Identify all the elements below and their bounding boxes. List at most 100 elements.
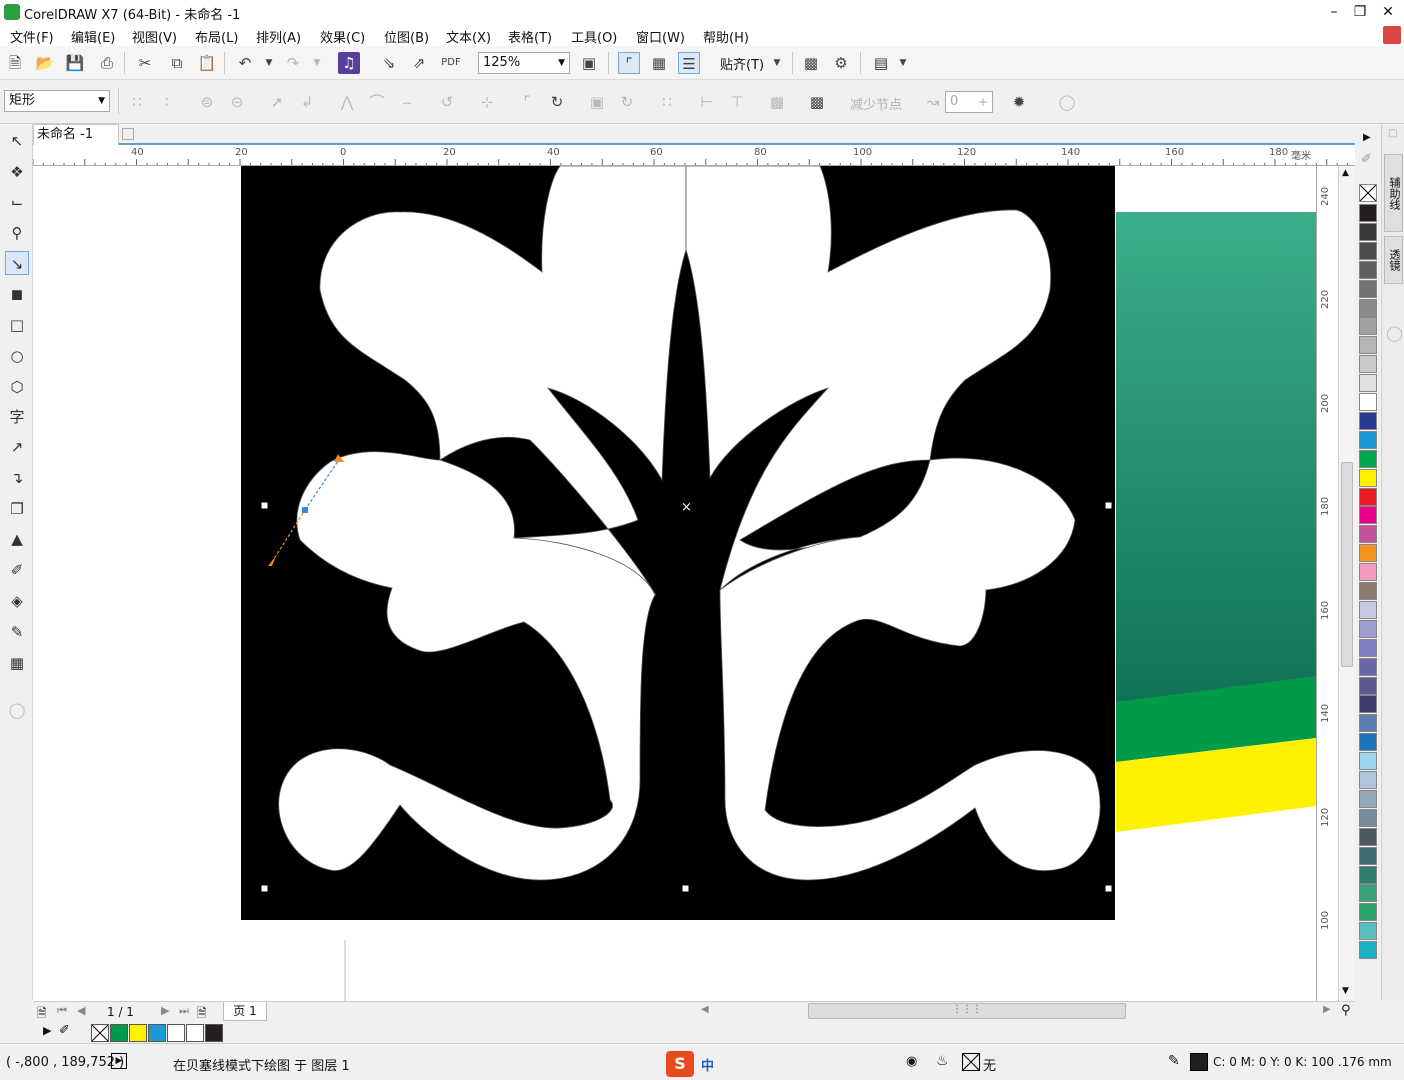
document-color-swatch[interactable]	[110, 1024, 128, 1042]
color-swatch[interactable]	[1359, 506, 1377, 525]
color-swatch[interactable]	[1359, 241, 1377, 260]
pick-tool-icon[interactable]: ↖	[5, 129, 29, 153]
last-page-icon[interactable]: ⏭	[179, 1004, 189, 1018]
color-swatch[interactable]	[1359, 544, 1377, 563]
show-grid-icon[interactable]: ▦	[648, 52, 670, 74]
document-palette-eyedropper-icon[interactable]: ✐	[59, 1023, 70, 1038]
color-swatch[interactable]	[1359, 355, 1377, 374]
color-eyedropper-tool-icon[interactable]: ✐	[5, 558, 29, 582]
object-properties-icon[interactable]: ◉	[906, 1054, 917, 1069]
center-marker-icon[interactable]: ×	[681, 500, 692, 515]
color-swatch[interactable]	[1359, 752, 1377, 771]
color-swatch[interactable]	[1359, 374, 1377, 393]
smart-fill-tool-icon[interactable]: ◼	[5, 282, 29, 306]
color-swatch[interactable]	[1359, 808, 1377, 827]
extend-curve-icon[interactable]: ⌜	[516, 91, 538, 113]
horizontal-scroll-thumb[interactable]: ⋮⋮⋮	[808, 1003, 1126, 1019]
menu-view[interactable]: 视图(V)	[132, 27, 177, 46]
scroll-right-icon[interactable]: ▶	[1323, 1004, 1331, 1015]
outline-pen-icon[interactable]: ✎	[1168, 1053, 1180, 1069]
first-page-icon[interactable]: ⏮	[57, 1004, 67, 1018]
stretch-nodes-icon[interactable]: ▣	[586, 91, 608, 113]
tab-lens[interactable]: 透镜	[1384, 236, 1403, 284]
mesh-fill-tool-icon[interactable]: ▦	[5, 651, 29, 675]
color-swatch[interactable]	[1359, 884, 1377, 903]
full-screen-icon[interactable]: ▣	[578, 52, 600, 74]
symmetrical-node-icon[interactable]: ⌢	[396, 91, 418, 113]
break-curve-icon[interactable]: ⊝	[226, 91, 248, 113]
menu-file[interactable]: 文件(F)	[10, 27, 54, 46]
color-swatch[interactable]	[1359, 279, 1377, 298]
sogou-ime-icon[interactable]: S	[666, 1051, 694, 1077]
extract-subpath-icon[interactable]: ⊹	[476, 91, 498, 113]
color-swatch[interactable]	[1359, 298, 1377, 317]
color-swatch[interactable]	[1359, 260, 1377, 279]
menu-arrange[interactable]: 排列(A)	[256, 27, 301, 46]
vertical-scroll-thumb[interactable]	[1341, 462, 1353, 667]
document-color-swatch[interactable]	[148, 1024, 166, 1042]
save-icon[interactable]: 💾	[64, 52, 86, 74]
delete-node-icon[interactable]: ∶	[156, 91, 178, 113]
print-icon[interactable]: ⎙	[96, 52, 118, 74]
snap-to-label[interactable]: 贴齐(T)	[720, 54, 764, 73]
menu-help[interactable]: 帮助(H)	[703, 27, 749, 46]
color-swatch[interactable]	[1359, 676, 1377, 695]
redo-icon[interactable]: ↷	[282, 52, 304, 74]
docker-options-icon[interactable]: □	[1388, 128, 1397, 139]
select-all-nodes-icon[interactable]: ▩	[806, 91, 828, 113]
document-color-swatch[interactable]	[205, 1024, 223, 1042]
teal-gradient-rectangle[interactable]	[1116, 212, 1316, 702]
drawing-artwork[interactable]: ×	[33, 166, 1316, 1001]
add-node-icon[interactable]: ∷	[126, 91, 148, 113]
vertical-ruler[interactable]: 240 220 200 180 160 140 120 100	[1316, 166, 1338, 1001]
freehand-tool-icon[interactable]: ↘	[5, 251, 29, 275]
drawing-canvas[interactable]: ×	[33, 166, 1316, 1001]
snap-dropdown-icon[interactable]: ▼	[766, 52, 788, 74]
rotate-nodes-icon[interactable]: ↻	[616, 91, 638, 113]
menu-bitmaps[interactable]: 位图(B)	[384, 27, 429, 46]
connector-tool-icon[interactable]: ↴	[5, 466, 29, 490]
transparency-tool-icon[interactable]: ▲	[5, 527, 29, 551]
zoom-combo[interactable]: 125% ▼	[478, 52, 570, 74]
no-color-swatch[interactable]	[91, 1024, 109, 1042]
mirror-horizontal-icon[interactable]: ⊢	[696, 91, 718, 113]
polygon-tool-icon[interactable]: ⬡	[5, 375, 29, 399]
color-swatch[interactable]	[1359, 393, 1377, 411]
menu-window[interactable]: 窗口(W)	[636, 27, 685, 46]
menu-effects[interactable]: 效果(C)	[320, 27, 365, 46]
color-swatch[interactable]	[1359, 487, 1377, 506]
document-color-swatch[interactable]	[167, 1024, 185, 1042]
convert-to-curve-icon[interactable]: ↲	[296, 91, 318, 113]
color-swatch[interactable]	[1359, 619, 1377, 638]
menu-layout[interactable]: 布局(L)	[195, 27, 238, 46]
minimize-icon[interactable]: –	[1322, 2, 1346, 22]
align-nodes-icon[interactable]: ∷	[656, 91, 678, 113]
palette-arrow-icon[interactable]: ▶	[1363, 132, 1371, 143]
smooth-node-icon[interactable]: ⌒	[366, 91, 388, 113]
color-swatch[interactable]	[1359, 846, 1377, 865]
select-all-nodes-icon[interactable]: ✹	[1008, 91, 1030, 113]
undo-dropdown-icon[interactable]: ▼	[258, 52, 280, 74]
open-icon[interactable]: 📂	[34, 52, 56, 74]
user-icon[interactable]	[1383, 26, 1401, 44]
vertical-scrollbar[interactable]: ▲ ▼	[1338, 166, 1355, 1001]
scroll-down-icon[interactable]: ▼	[1342, 986, 1349, 996]
color-swatch[interactable]	[1359, 771, 1377, 789]
shape-combo[interactable]: 矩形 ▼	[4, 90, 110, 112]
quick-customize-icon[interactable]: ◯	[1386, 324, 1403, 342]
next-page-icon[interactable]: ▶	[161, 1004, 169, 1017]
page-tab[interactable]: 页 1	[223, 1002, 267, 1021]
status-play-icon[interactable]: ▶	[111, 1053, 127, 1069]
menu-edit[interactable]: 编辑(E)	[71, 27, 115, 46]
copy-icon[interactable]: ⧉	[166, 52, 188, 74]
menu-text[interactable]: 文本(X)	[446, 27, 491, 46]
shape-tool-icon[interactable]: ❖	[5, 160, 29, 184]
color-swatch[interactable]	[1359, 600, 1377, 619]
close-icon[interactable]: ✕	[1376, 2, 1400, 22]
color-swatch[interactable]	[1359, 789, 1377, 808]
mirror-vertical-icon[interactable]: ⊤	[726, 91, 748, 113]
color-swatch[interactable]	[1359, 941, 1377, 960]
paste-icon[interactable]: 📋	[196, 52, 218, 74]
close-curve-icon[interactable]: ↻	[546, 91, 568, 113]
cusp-node-icon[interactable]: ⋀	[336, 91, 358, 113]
